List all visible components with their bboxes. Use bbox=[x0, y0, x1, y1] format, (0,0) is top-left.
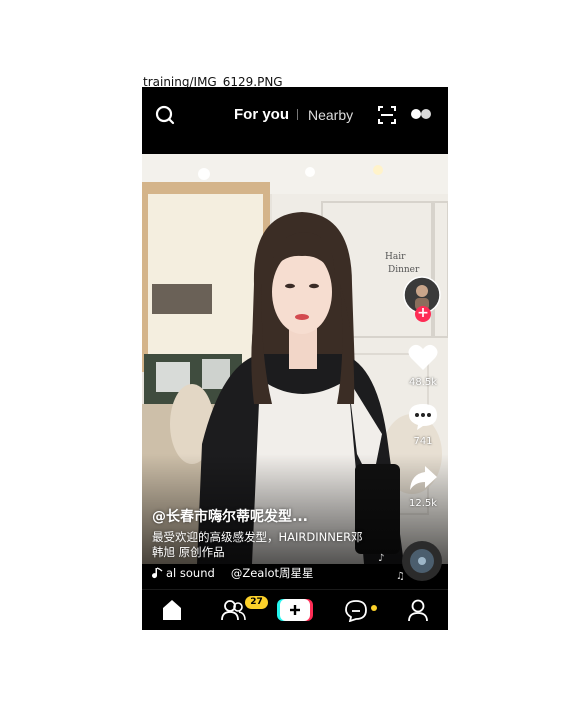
description-line: 最受欢迎的高级感发型，HAIRDINNER邓 bbox=[152, 530, 363, 544]
tab-divider bbox=[297, 109, 298, 120]
inbox-icon[interactable] bbox=[343, 598, 369, 622]
app-screen: For you Nearby Hair Dinner + 48.5k 741 1… bbox=[142, 87, 448, 630]
scan-icon[interactable] bbox=[377, 105, 397, 125]
heart-icon bbox=[408, 344, 438, 370]
bottom-nav: 27 bbox=[142, 589, 448, 630]
tab-for-you[interactable]: For you bbox=[234, 106, 289, 123]
post-username[interactable]: @长春市嗨尔蒂呢发型... bbox=[152, 506, 308, 526]
music-disc-icon[interactable] bbox=[401, 540, 443, 582]
profile-icon[interactable] bbox=[405, 598, 431, 622]
sound-credit: @Zealot周星星 bbox=[230, 566, 314, 580]
search-icon[interactable] bbox=[154, 104, 176, 126]
comment-count: 741 bbox=[413, 436, 433, 447]
music-note-icon bbox=[152, 567, 163, 579]
create-button[interactable] bbox=[277, 599, 313, 621]
friends-icon[interactable] bbox=[220, 598, 246, 622]
sound-original-label: al sound bbox=[166, 566, 215, 580]
share-button[interactable]: 12.5k bbox=[403, 463, 443, 509]
sign-text-line1: Hair bbox=[385, 252, 406, 262]
comment-icon bbox=[409, 404, 437, 430]
inbox-notification-dot bbox=[371, 605, 377, 611]
description-line: 韩旭 原创作品 bbox=[152, 545, 225, 559]
floating-note-icon: ♫ bbox=[396, 571, 405, 582]
more-dots-icon[interactable] bbox=[410, 107, 432, 121]
like-count: 48.5k bbox=[408, 377, 438, 388]
friends-badge: 27 bbox=[245, 596, 268, 609]
top-bar: For you Nearby bbox=[142, 87, 448, 142]
post-description[interactable]: 最受欢迎的高级感发型，HAIRDINNER邓 韩旭 原创作品 bbox=[152, 530, 377, 560]
follow-button[interactable]: + bbox=[415, 306, 431, 322]
comment-button[interactable]: 741 bbox=[403, 401, 443, 447]
share-count: 12.5k bbox=[408, 498, 438, 509]
share-arrow-icon bbox=[410, 466, 437, 490]
like-button[interactable]: 48.5k bbox=[403, 342, 443, 388]
sign-text-line2: Dinner bbox=[388, 265, 420, 275]
sound-ticker[interactable]: al sound @Zealot周星星 bbox=[166, 565, 426, 581]
floating-note-icon: ♪ bbox=[378, 553, 385, 564]
tab-nearby[interactable]: Nearby bbox=[308, 107, 353, 123]
home-icon[interactable] bbox=[159, 598, 185, 622]
